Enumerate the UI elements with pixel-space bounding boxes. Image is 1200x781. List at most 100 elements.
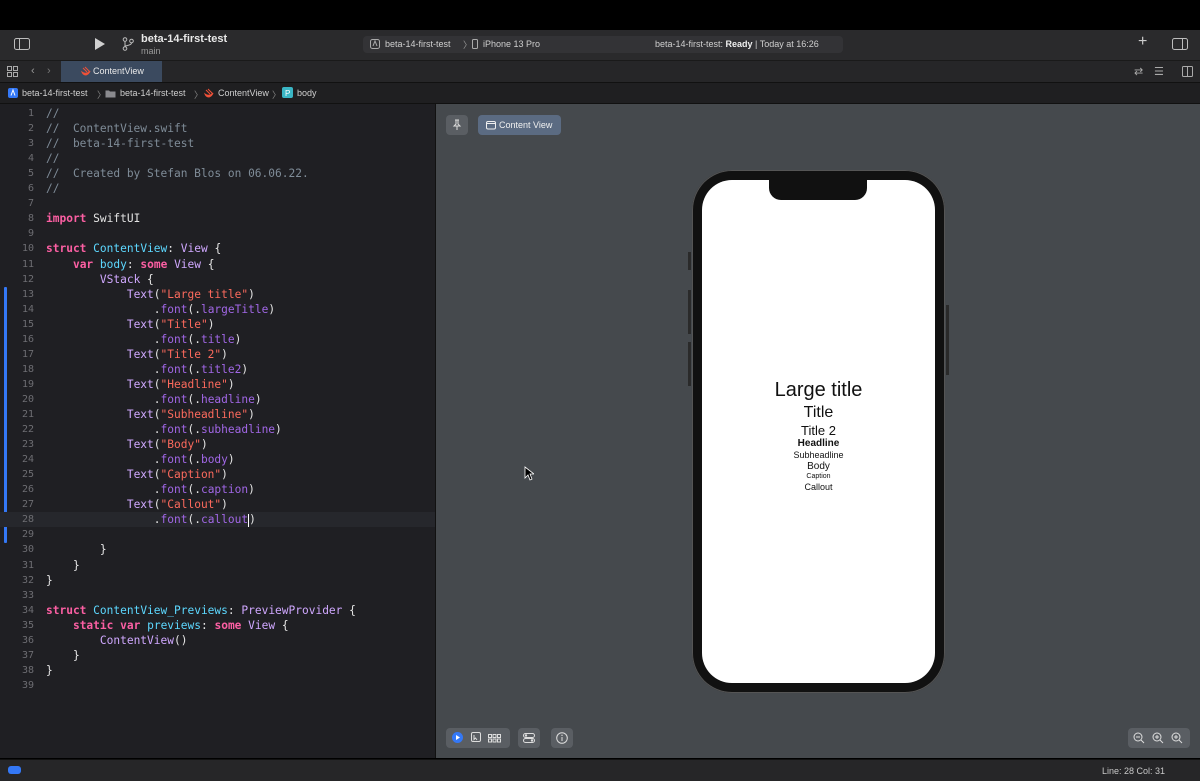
iphone-notch [769,180,867,200]
code-line[interactable]: 24 .font(.body) [0,452,435,467]
line-number: 33 [21,589,34,601]
chevron-right-icon: 〉 [463,40,473,50]
phone-volume-down [688,342,691,386]
code-line[interactable]: 22 .font(.subheadline) [0,422,435,437]
code-line[interactable]: 28 .font(.callout) [0,512,435,528]
code-line[interactable]: 3 // beta-14-first-test [0,136,435,151]
line-number: 36 [21,634,34,646]
code-line[interactable]: 21 Text("Subheadline") [0,407,435,422]
app-icon [370,39,380,51]
status-suffix: | Today at 16:26 [752,39,819,49]
code-line[interactable]: 7 [0,196,435,211]
property-icon: P [282,87,293,100]
scheme-status-bar[interactable]: beta-14-first-test 〉 iPhone 13 Pro beta-… [363,36,843,53]
line-number: 37 [21,649,34,661]
code-line[interactable]: 13 Text("Large title") [0,287,435,302]
live-preview-icon[interactable] [452,732,463,745]
code-line[interactable]: 9 [0,226,435,241]
code-line[interactable]: 5 // Created by Stefan Blos on 06.06.22. [0,166,435,181]
device-name[interactable]: iPhone 13 Pro [483,39,540,49]
adjust-editor-icon[interactable]: ⇄ [1134,66,1143,78]
inspector-toggle-icon[interactable] [1172,38,1188,52]
code-line[interactable]: 6 // [0,181,435,196]
selectable-icon[interactable] [471,732,481,744]
code-line[interactable]: 35 static var previews: some View { [0,618,435,633]
code-text: } [46,573,53,587]
code-line[interactable]: 2 // ContentView.swift [0,121,435,136]
code-line[interactable]: 4 // [0,151,435,166]
zoom-fit-icon[interactable] [1152,732,1164,746]
code-line[interactable]: 38} [0,663,435,678]
tab-contentview[interactable]: ContentView [61,61,162,82]
code-line[interactable]: 17 Text("Title 2") [0,347,435,362]
run-icon[interactable] [94,38,106,52]
code-line[interactable]: 25 Text("Caption") [0,467,435,482]
code-line[interactable]: 11 var body: some View { [0,257,435,272]
sidebar-toggle-icon[interactable] [14,38,30,52]
code-line[interactable]: 36 ContentView() [0,633,435,648]
content-view-button[interactable]: Content View [478,115,561,135]
line-number: 9 [27,228,34,240]
line-number: 28 [21,514,34,526]
status-ready: Ready [725,39,753,49]
code-line[interactable]: 31 } [0,558,435,573]
line-number: 30 [21,544,34,556]
code-text: .font(.caption) [46,483,255,497]
device-settings-button[interactable] [518,728,540,748]
code-line[interactable]: 20 .font(.headline) [0,392,435,407]
jumpbar-project[interactable]: beta-14-first-test [22,88,88,98]
code-line[interactable]: 19 Text("Headline") [0,377,435,392]
code-line[interactable]: 32} [0,573,435,588]
split-editor-icon[interactable] [1182,66,1193,79]
code-line[interactable]: 26 .font(.caption) [0,482,435,497]
mouse-cursor-icon [524,466,536,483]
code-line[interactable]: 15 Text("Title") [0,317,435,332]
line-number: 38 [21,664,34,676]
code-line[interactable]: 1 // [0,106,435,121]
code-line[interactable]: 34 struct ContentView_Previews: PreviewPr… [0,603,435,618]
code-line[interactable]: 12 VStack { [0,272,435,287]
debug-area-toggle-icon[interactable] [8,766,21,774]
code-text: } [46,558,80,572]
code-line[interactable]: 30 } [0,542,435,557]
preview-body: Body [807,461,830,472]
jumpbar-folder[interactable]: beta-14-first-test [120,88,186,98]
line-number: 18 [21,363,34,375]
pin-preview-button[interactable] [446,115,468,135]
zoom-out-icon[interactable] [1133,732,1145,746]
line-number: 32 [21,574,34,586]
variant-button[interactable] [551,728,573,748]
variants-icon[interactable] [488,733,501,745]
jumpbar-file[interactable]: ContentView [218,88,269,98]
cursor-position: Line: 28 Col: 31 [1101,766,1165,776]
forward-icon[interactable]: › [47,65,51,77]
code-line[interactable]: 33 [0,588,435,603]
add-icon[interactable]: + [1138,34,1147,50]
code-editor[interactable]: 1 // 2 // ContentView.swift 3 // beta-14-firs… [0,104,435,758]
code-line[interactable]: 29 [0,527,435,542]
code-line[interactable]: 16 .font(.title) [0,332,435,347]
scheme-name[interactable]: beta-14-first-test [385,39,451,49]
minimap-icon[interactable]: ☰ [1154,66,1164,78]
code-text: Text("Title 2") [126,347,228,361]
code-line[interactable]: 10 struct ContentView: View { [0,241,435,256]
content-view-label: Content View [499,120,553,130]
status-bar: Line: 28 Col: 31 [0,759,1200,781]
phone-volume-up [688,290,691,334]
zoom-controls [1128,728,1190,748]
code-line[interactable]: 27 Text("Callout") [0,497,435,512]
jumpbar-symbol[interactable]: body [297,88,317,98]
code-line[interactable]: 18 .font(.title2) [0,362,435,377]
code-line[interactable]: 8 import SwiftUI [0,211,435,226]
zoom-in-icon[interactable] [1171,732,1183,746]
back-icon[interactable]: ‹ [31,65,35,77]
line-number: 10 [21,243,34,255]
grid-icon[interactable] [7,66,18,79]
code-text: } [46,543,107,557]
preview-headline: Headline [797,438,840,449]
code-line[interactable]: 14 .font(.largeTitle) [0,302,435,317]
code-line[interactable]: 39 [0,678,435,693]
code-line[interactable]: 37 } [0,648,435,663]
code-line[interactable]: 23 Text("Body") [0,437,435,452]
code-text: .font(.subheadline) [46,423,282,437]
